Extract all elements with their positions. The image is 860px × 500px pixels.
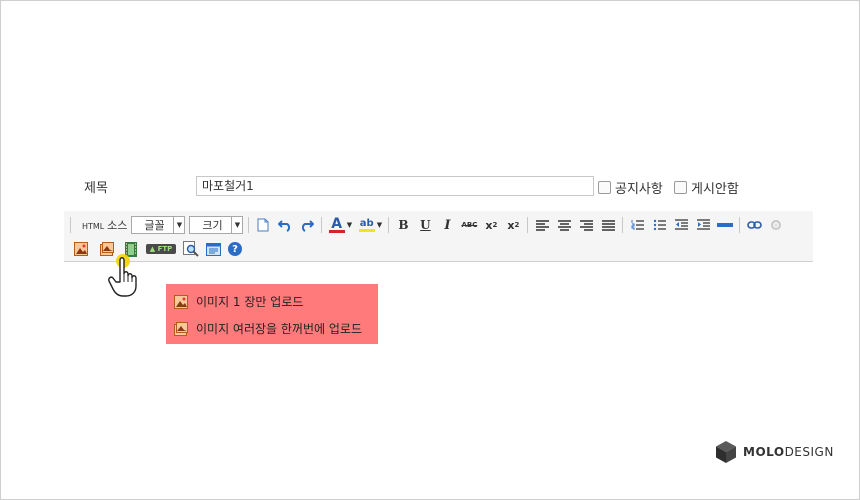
indent-icon [696, 219, 710, 230]
logo-text: MOLODESIGN [743, 445, 834, 459]
bullet-list-icon [653, 219, 666, 231]
font-select-value: 글꼴 [144, 219, 165, 232]
outdent-icon [674, 219, 688, 230]
undo-icon [278, 220, 291, 232]
help-button[interactable]: ? [224, 238, 246, 260]
magnifier-icon [183, 241, 199, 257]
italic-button[interactable]: I [436, 214, 458, 236]
fullscreen-button[interactable] [202, 238, 224, 260]
new-document-button[interactable] [252, 214, 274, 236]
align-center-icon [557, 219, 571, 231]
hide-checkbox-label: 게시안함 [691, 182, 739, 197]
font-color-bar [328, 229, 345, 233]
font-select[interactable]: 글꼴 ▼ [131, 216, 186, 234]
align-justify-button[interactable] [597, 214, 619, 236]
notice-checkbox[interactable]: 공지사항 [598, 178, 663, 197]
image-upload-menu: 이미지 1 장만 업로드 이미지 여러장을 한꺼번에 업로드 [166, 284, 378, 344]
toolbar-row-1: HTML 소스 글꼴 ▼ 크기 ▼ A ▼ ab ▼ B U I ABC x 2… [64, 213, 787, 237]
image-icon [174, 294, 188, 309]
subscript-letter: x [507, 218, 515, 232]
single-upload-menu-item[interactable]: 이미지 1 장만 업로드 [174, 293, 303, 310]
toolbar-separator [739, 217, 741, 233]
bold-button[interactable]: B [392, 214, 414, 236]
horizontal-rule-icon [717, 223, 734, 227]
align-right-button[interactable] [575, 214, 597, 236]
multi-upload-label: 이미지 여러장을 한꺼번에 업로드 [196, 322, 363, 336]
align-center-button[interactable] [553, 214, 575, 236]
highlight-icon: ab [358, 218, 375, 232]
editor-toolbar: HTML 소스 글꼴 ▼ 크기 ▼ A ▼ ab ▼ B U I ABC x 2… [64, 211, 813, 262]
logo-brand-light: DESIGN [784, 445, 834, 459]
chevron-down-icon: ▼ [346, 221, 353, 229]
horizontal-rule-button[interactable] [714, 214, 736, 236]
single-upload-label: 이미지 1 장만 업로드 [196, 295, 304, 309]
link-button[interactable] [743, 214, 765, 236]
toolbar-separator [388, 217, 390, 233]
redo-icon [302, 220, 315, 232]
highlight-bar [358, 229, 375, 232]
size-select-value: 크기 [202, 219, 223, 232]
highlight-color-button[interactable]: ab ▼ [355, 214, 385, 236]
redo-button[interactable] [296, 214, 318, 236]
align-justify-icon [601, 219, 615, 231]
undo-button[interactable] [274, 214, 296, 236]
ordered-list-icon [631, 220, 644, 230]
align-left-button[interactable] [531, 214, 553, 236]
chevron-down-icon: ▼ [376, 221, 383, 229]
highlight-letters: ab [359, 218, 374, 229]
title-input[interactable]: 마포철거1 [196, 176, 594, 196]
html-source-prefix: HTML [82, 222, 105, 231]
outdent-button[interactable] [670, 214, 692, 236]
help-icon: ? [228, 242, 242, 256]
ordered-list-button[interactable] [626, 214, 648, 236]
gear-icon [771, 220, 782, 230]
notice-checkbox-label: 공지사항 [615, 182, 663, 197]
multi-upload-menu-item[interactable]: 이미지 여러장을 한꺼번에 업로드 [174, 320, 362, 337]
toolbar-separator [70, 217, 71, 233]
toolbar-separator [622, 217, 624, 233]
align-left-icon [535, 219, 549, 231]
image-icon [74, 242, 88, 256]
images-icon [174, 321, 188, 336]
logo-brand-bold: MOLO [743, 445, 785, 459]
ftp-label: FTP [157, 245, 173, 253]
cube-logo-icon [716, 441, 736, 463]
html-source-button[interactable]: HTML 소스 [82, 217, 127, 233]
preview-button[interactable] [180, 238, 202, 260]
window-icon [205, 242, 221, 256]
hide-checkbox[interactable]: 게시안함 [674, 178, 739, 197]
unordered-list-button[interactable] [648, 214, 670, 236]
subscript-mark: 2 [514, 221, 520, 229]
html-source-label: 소스 [107, 219, 128, 232]
chevron-down-icon: ▼ [231, 217, 242, 233]
font-color-button[interactable]: A ▼ [325, 214, 355, 236]
toolbar-separator [321, 217, 323, 233]
molodesign-logo: MOLODESIGN [715, 440, 834, 464]
toolbar-separator [527, 217, 529, 233]
toolbar-row-2: ▲ FTP ? [68, 237, 246, 261]
size-select[interactable]: 크기 ▼ [189, 216, 244, 234]
document-icon [257, 218, 269, 232]
font-color-icon: A [328, 215, 345, 233]
align-right-icon [579, 219, 593, 231]
checkbox-box[interactable] [598, 181, 611, 194]
underline-button[interactable]: U [414, 214, 436, 236]
checkbox-box[interactable] [674, 181, 687, 194]
ftp-icon: ▲ FTP [145, 244, 177, 254]
font-color-letter: A [331, 215, 343, 232]
special-char-button[interactable] [765, 214, 787, 236]
chevron-down-icon: ▼ [173, 217, 184, 233]
subscript-button[interactable]: x2 [502, 214, 524, 236]
title-label: 제목 [84, 181, 108, 196]
single-image-upload-button[interactable] [68, 238, 94, 260]
superscript-letter: x [485, 218, 493, 232]
link-icon [747, 221, 762, 229]
pointer-hand-icon [106, 252, 140, 302]
superscript-mark: 2 [492, 221, 498, 229]
toolbar-separator [248, 217, 250, 233]
superscript-button[interactable]: x2 [480, 214, 502, 236]
strikethrough-button[interactable]: ABC [458, 214, 480, 236]
indent-button[interactable] [692, 214, 714, 236]
ftp-button[interactable]: ▲ FTP [142, 238, 180, 260]
